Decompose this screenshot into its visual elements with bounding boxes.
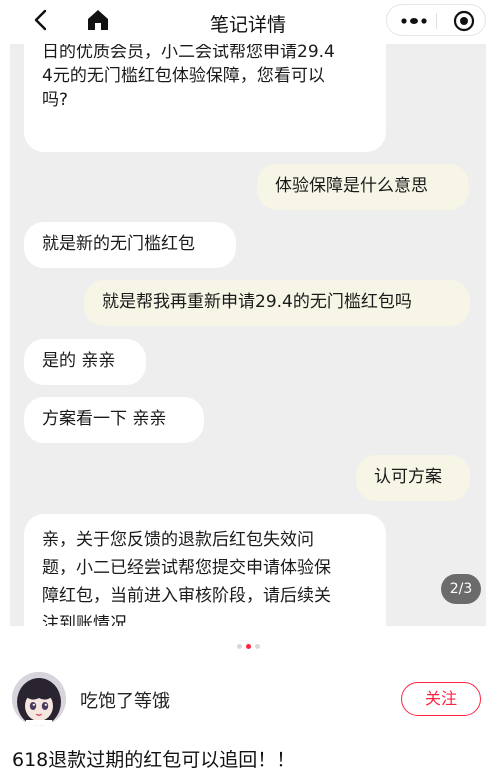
capsule-divider	[436, 13, 437, 29]
bubble-line: 吗?	[42, 90, 69, 110]
author-name[interactable]: 吃饱了等饿	[80, 687, 170, 713]
bubble-line: 就是帮我再重新申请29.4的无门槛红包吗	[102, 292, 412, 312]
bubble-line: 是的 亲亲	[42, 351, 116, 371]
note-image[interactable]: 日的优质会员，小二会试帮您申请29.4 4元的无门槛红包体验保障，您看可以 吗?…	[10, 44, 486, 626]
carousel-dot-active[interactable]	[245, 644, 251, 649]
carousel-dot[interactable]	[254, 644, 260, 649]
chat-bubble-right: 认可方案	[356, 455, 470, 501]
chat-bubble-left: 亲，关于您反馈的退款后红包失效问 题，小二已经尝试帮您提交申请体验保 障红包，当…	[24, 514, 386, 626]
more-dots-icon[interactable]	[401, 18, 427, 24]
top-nav: 笔记详情	[0, 0, 496, 44]
bubble-line: 方案看一下 亲亲	[42, 409, 167, 429]
carousel-dots	[0, 636, 496, 649]
bubble-line: 题，小二已经尝试帮您提交申请体验保	[42, 558, 331, 578]
chat-bubble-right: 就是帮我再重新申请29.4的无门槛红包吗	[84, 280, 470, 326]
chat-bubble-left: 日的优质会员，小二会试帮您申请29.4 4元的无门槛红包体验保障，您看可以 吗?	[24, 44, 386, 152]
bubble-line: 体验保障是什么意思	[275, 176, 428, 196]
chat-bubble-left: 就是新的无门槛红包	[24, 222, 236, 268]
avatar[interactable]	[12, 672, 66, 726]
bubble-line: 注到账情况	[42, 614, 127, 626]
bubble-line: 认可方案	[374, 467, 442, 487]
carousel-dot[interactable]	[236, 644, 242, 649]
bubble-line: 障红包，当前进入审核阶段，请后续关	[42, 586, 331, 606]
chat-bubble-left: 方案看一下 亲亲	[24, 397, 204, 443]
note-title: 618退款过期的红包可以追回！！	[12, 749, 296, 771]
chat-bubble-right: 体验保障是什么意思	[257, 164, 469, 210]
chat-bubble-left: 是的 亲亲	[24, 339, 146, 385]
bubble-line: 4元的无门槛红包体验保障，您看可以	[42, 66, 325, 86]
author-row: 吃饱了等饿 关注	[12, 672, 484, 726]
avatar-illustration	[12, 672, 66, 726]
bubble-line: 就是新的无门槛红包	[42, 234, 195, 254]
image-page-indicator: 2/3	[441, 574, 481, 604]
target-icon[interactable]	[453, 10, 475, 32]
follow-button[interactable]: 关注	[401, 682, 481, 716]
mini-program-capsule	[386, 4, 486, 36]
bubble-line: 日的优质会员，小二会试帮您申请29.4	[42, 44, 335, 62]
bubble-line: 亲，关于您反馈的退款后红包失效问	[42, 530, 314, 550]
